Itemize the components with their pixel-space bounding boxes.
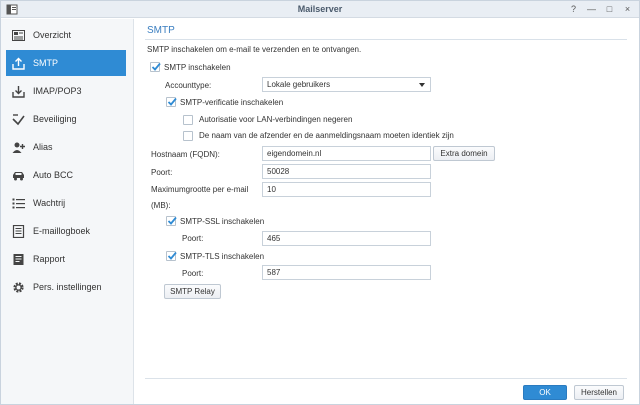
sidebar-item-label: IMAP/POP3 (33, 86, 82, 96)
footer-divider (145, 378, 627, 379)
sidebar-item-label: Rapport (33, 254, 66, 264)
page-title: SMTP (147, 25, 175, 36)
smtp-tls-label: SMTP-TLS inschakelen (180, 252, 265, 261)
checkmark-icon (167, 97, 177, 106)
report-icon (11, 252, 25, 266)
shield-icon (11, 112, 25, 126)
smtp-upload-icon (11, 56, 25, 70)
sidebar-item-label: Pers. instellingen (33, 282, 102, 292)
max-size-label-line1: Maximumgrootte per e-mail (151, 185, 249, 194)
smtp-auth-checkbox[interactable] (166, 97, 177, 107)
sidebar-item-label: Overzicht (33, 30, 72, 40)
overview-icon (11, 28, 25, 42)
sidebar-item-alias[interactable]: Alias (6, 134, 126, 160)
sidebar-item-e-maillogboek[interactable]: E-maillogboek (6, 218, 126, 244)
sidebar-item-wachtrij[interactable]: Wachtrij (6, 190, 126, 216)
smtp-settings-panel: SMTP SMTP inschakelen om e-mail te verze… (135, 19, 639, 379)
minimize-button[interactable]: — (586, 3, 597, 15)
port-input[interactable]: 50028 (262, 164, 431, 179)
hostname-label: Hostnaam (FQDN): (151, 150, 220, 159)
smtp-tls-checkbox[interactable] (166, 251, 177, 261)
inbox-download-icon (11, 84, 25, 98)
smtp-ssl-port-label: Poort: (182, 234, 204, 243)
maximize-button[interactable]: □ (604, 3, 615, 15)
checkmark-icon (167, 216, 177, 225)
sidebar-item-beveiliging[interactable]: Beveiliging (6, 106, 126, 132)
smtp-tls-port-label: Poort: (182, 269, 204, 278)
sidebar: Overzicht SMTP IMAP/POP3 Beveiliging Ali… (1, 19, 134, 404)
ignore-lan-checkbox[interactable] (183, 115, 193, 125)
close-button[interactable]: × (622, 3, 633, 15)
page-description: SMTP inschakelen om e-mail te verzenden … (147, 45, 362, 54)
reset-button[interactable]: Herstellen (574, 385, 624, 400)
ignore-lan-label: Autorisatie voor LAN-verbindingen negere… (199, 115, 353, 124)
smtp-ssl-label: SMTP-SSL inschakelen (180, 217, 265, 226)
enable-smtp-label: SMTP inschakelen (164, 63, 231, 72)
smtp-auth-label: SMTP-verificatie inschakelen (180, 98, 284, 107)
sidebar-item-smtp[interactable]: SMTP (6, 50, 126, 76)
sidebar-item-rapport[interactable]: Rapport (6, 246, 126, 272)
same-sender-label: De naam van de afzender en de aanmelding… (199, 131, 454, 140)
sidebar-item-label: SMTP (33, 58, 59, 68)
log-book-icon (11, 224, 25, 238)
sidebar-item-overzicht[interactable]: Overzicht (6, 22, 126, 48)
max-size-label-line2: (MB): (151, 201, 171, 210)
smtp-relay-button[interactable]: SMTP Relay (164, 284, 221, 299)
account-type-value: Lokale gebruikers (267, 80, 331, 89)
title-bar[interactable]: Mailserver ? — □ × (1, 1, 639, 18)
title-divider (145, 39, 627, 40)
sidebar-item-label: Auto BCC (33, 170, 74, 180)
car-icon (11, 168, 25, 182)
same-sender-checkbox[interactable] (183, 131, 193, 141)
mailserver-window: Mailserver ? — □ × Overzicht SMTP IMAP/P… (0, 0, 640, 405)
hostname-input[interactable]: eigendomein.nl (262, 146, 431, 161)
smtp-ssl-checkbox[interactable] (166, 216, 177, 226)
enable-smtp-checkbox[interactable] (150, 62, 161, 72)
user-plus-icon (11, 140, 25, 154)
sidebar-item-imap-pop3[interactable]: IMAP/POP3 (6, 78, 126, 104)
sidebar-item-label: Wachtrij (33, 198, 66, 208)
help-button[interactable]: ? (568, 3, 579, 15)
sidebar-item-label: Alias (33, 142, 53, 152)
chevron-down-icon (419, 83, 425, 87)
smtp-ssl-port-input[interactable]: 465 (262, 231, 431, 246)
gear-icon (11, 280, 25, 294)
checkmark-icon (151, 62, 161, 71)
sidebar-item-label: E-maillogboek (33, 226, 91, 236)
max-size-input[interactable]: 10 (262, 182, 431, 197)
port-label: Poort: (151, 168, 173, 177)
account-type-label: Accounttype: (165, 81, 212, 90)
smtp-tls-port-input[interactable]: 587 (262, 265, 431, 280)
window-title: Mailserver (297, 4, 343, 14)
checkmark-icon (167, 251, 177, 260)
sidebar-item-pers-instellingen[interactable]: Pers. instellingen (6, 274, 126, 300)
account-type-select[interactable]: Lokale gebruikers (262, 77, 431, 92)
sidebar-item-label: Beveiliging (33, 114, 77, 124)
extra-domain-button[interactable]: Extra domein (433, 146, 495, 161)
ok-button[interactable]: OK (523, 385, 567, 400)
sidebar-item-auto-bcc[interactable]: Auto BCC (6, 162, 126, 188)
queue-list-icon (11, 196, 25, 210)
